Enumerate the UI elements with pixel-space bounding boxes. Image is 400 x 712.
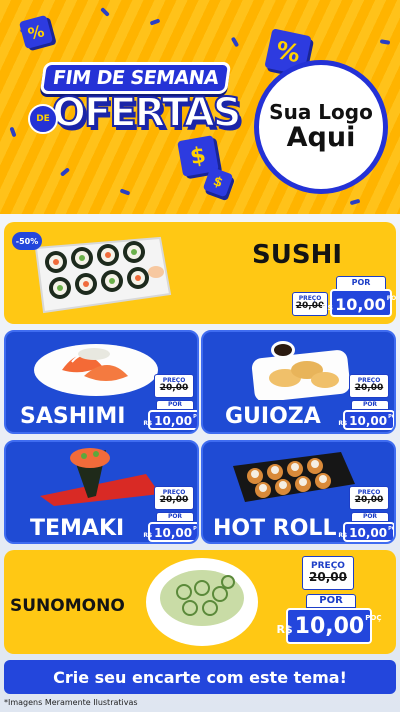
discount-badge: -50% <box>12 232 42 250</box>
hot-roll-plate-image <box>233 452 355 502</box>
sale-price: R$ 10,00 POÇ <box>321 289 396 317</box>
sale-price: R$ 10,00 POÇ <box>338 410 396 430</box>
percent-cube-icon: % <box>18 14 54 50</box>
currency: R$ <box>276 623 293 636</box>
old-price: 20,00 <box>159 383 189 394</box>
title-de: DE <box>28 104 58 134</box>
product-card-sushi: SUSHI PREÇO 20,00 POR R$ 10,00 POÇ <box>4 222 396 324</box>
confetti <box>230 36 240 48</box>
product-card-temaki: TEMAKI PREÇO 20,00 POR R$ 10,00 POÇ <box>4 440 199 544</box>
por-label: POR <box>351 400 389 410</box>
price-tag: PREÇO 20,00 POR R$ 10,00 POÇ <box>143 374 197 432</box>
old-price: 20,00 <box>295 301 325 312</box>
currency: R$ <box>338 420 348 427</box>
poc-suffix: POÇ <box>388 526 396 532</box>
price-tag: PREÇO 20,00 POR R$ 10,00 POÇ <box>277 554 386 650</box>
old-price-box: PREÇO 20,00 <box>349 374 389 398</box>
price-value: 10,00 <box>154 526 193 540</box>
confetti <box>349 198 361 206</box>
currency: R$ <box>143 420 153 427</box>
promo-header: % $ % $ FIM DE SEMANA OFERTAS DE Sua Log… <box>0 0 400 214</box>
product-card-guioza: GUIOZA PREÇO 20,00 POR R$ 10,00 POÇ <box>201 330 396 434</box>
poc-suffix: POÇ <box>365 614 382 622</box>
price-tag: PREÇO 20,00 POR R$ 10,00 POÇ <box>143 486 197 542</box>
confetti <box>100 7 110 17</box>
product-name: SUNOMONO <box>10 596 125 616</box>
sale-price: R$ 10,00 POÇ <box>143 410 197 430</box>
poc-suffix: POÇ <box>388 414 396 420</box>
poc-suffix: POÇ <box>193 526 197 532</box>
sashimi-plate-image <box>34 344 158 396</box>
price-tag: PREÇO 20,00 POR R$ 10,00 POÇ <box>292 276 396 320</box>
por-label: POR <box>351 512 389 522</box>
currency: R$ <box>338 532 348 539</box>
confetti <box>59 167 71 177</box>
currency: R$ <box>143 532 153 539</box>
title-main: OFERTAS <box>51 89 243 137</box>
confetti <box>149 18 161 26</box>
confetti <box>9 126 17 138</box>
sale-price: R$ 10,00 POÇ <box>143 522 197 542</box>
confetti <box>119 188 131 196</box>
old-price: 20,00 <box>354 383 384 394</box>
old-price: 20,00 <box>159 495 189 506</box>
price-tag: PREÇO 20,00 POR R$ 10,00 POÇ <box>338 486 396 542</box>
old-price-box: PREÇO 20,00 <box>349 486 389 510</box>
sushi-tray-image <box>34 236 172 314</box>
sale-price: R$ 10,00 POÇ <box>338 522 396 542</box>
old-price-box: PREÇO 20,00 <box>302 556 354 590</box>
price-value: 10,00 <box>154 414 193 428</box>
product-name: TEMAKI <box>30 516 125 541</box>
old-price-box: PREÇO 20,00 <box>154 486 194 510</box>
price-value: 10,00 <box>349 526 388 540</box>
confetti <box>379 39 391 45</box>
por-label: POR <box>156 400 194 410</box>
currency: R$ <box>321 303 334 312</box>
old-price: 20,00 <box>309 570 347 585</box>
guioza-plate-image <box>251 341 351 400</box>
product-card-hot-roll: HOT ROLL PREÇO 20,00 POR R$ 10,00 POÇ <box>201 440 396 544</box>
old-price: 20,00 <box>354 495 384 506</box>
campaign-title: FIM DE SEMANA OFERTAS DE <box>28 58 243 148</box>
sunomono-bowl-image <box>146 558 258 646</box>
product-name: HOT ROLL <box>213 516 337 541</box>
por-label: POR <box>156 512 194 522</box>
product-name: SUSHI <box>252 240 342 270</box>
price-tag: PREÇO 20,00 POR R$ 10,00 POÇ <box>338 374 396 432</box>
price-value: 10,00 <box>335 295 386 314</box>
temaki-plate-image <box>40 448 160 506</box>
logo-placeholder: Sua Logo Aqui <box>254 60 388 194</box>
logo-line2: Aqui <box>286 122 356 154</box>
poc-suffix: POÇ <box>193 414 197 420</box>
poc-suffix: POÇ <box>386 295 396 302</box>
por-label: POR <box>306 594 356 608</box>
product-card-sashimi: SASHIMI PREÇO 20,00 POR R$ 10,00 POÇ <box>4 330 199 434</box>
product-card-sunomono: SUNOMONO PREÇO 20,00 POR R$ 10,00 POÇ <box>4 550 396 654</box>
sale-price: R$ 10,00 POÇ <box>277 608 381 644</box>
price-value: 10,00 <box>294 614 365 639</box>
create-flyer-banner[interactable]: Crie seu encarte com este tema! <box>4 660 396 694</box>
product-name: SASHIMI <box>20 404 126 429</box>
product-name: GUIOZA <box>225 404 321 429</box>
logo-line1: Sua Logo <box>269 100 373 125</box>
price-value: 10,00 <box>349 414 388 428</box>
old-price-box: PREÇO 20,00 <box>154 374 194 398</box>
disclaimer: *Imagens Meramente Ilustrativas <box>4 698 138 707</box>
por-label: POR <box>336 276 386 290</box>
